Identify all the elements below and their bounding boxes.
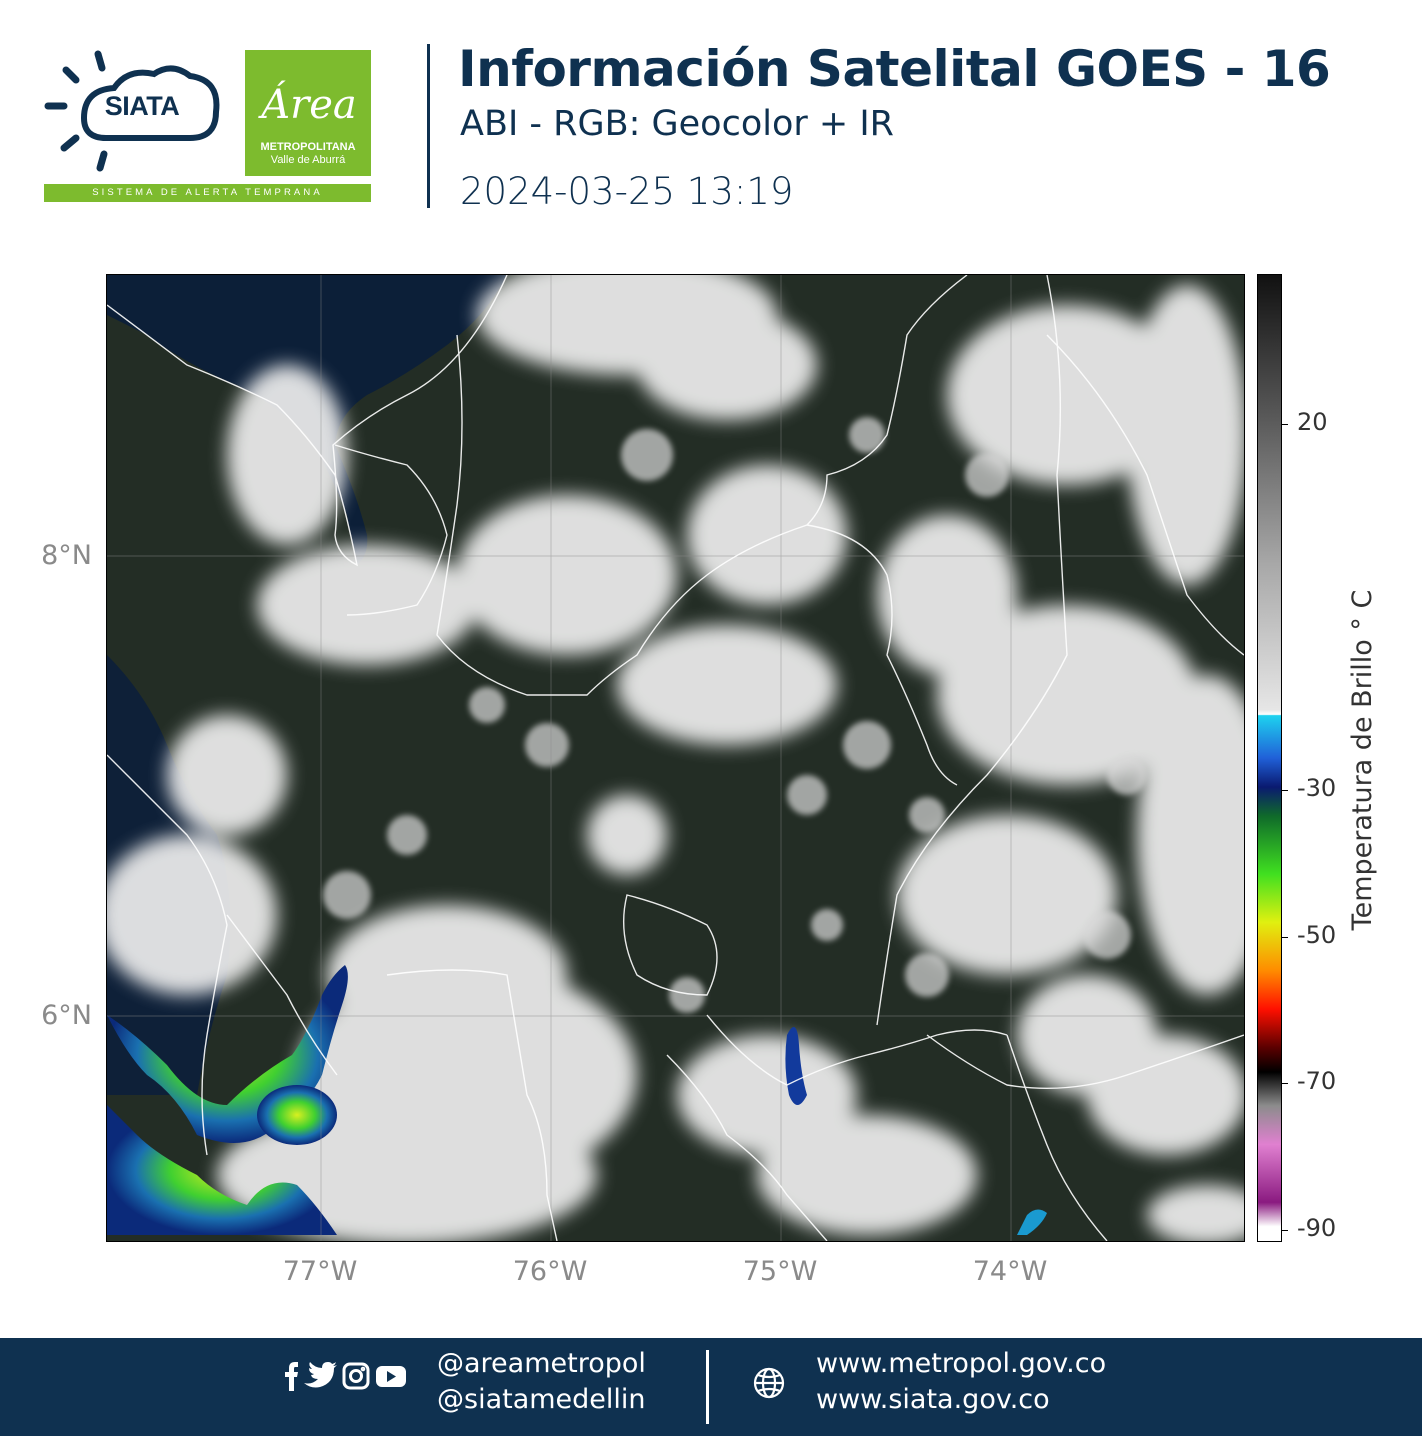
colorbar-tick-label: -50 <box>1297 921 1337 949</box>
twitter-icon[interactable] <box>304 1362 337 1388</box>
colorbar-tick-label: -70 <box>1297 1067 1337 1095</box>
colorbar <box>1257 274 1282 1242</box>
satellite-image <box>107 275 1244 1241</box>
colorbar-tick-label: -90 <box>1297 1214 1337 1242</box>
social-icons <box>285 1362 406 1391</box>
colorbar-tick-label: 20 <box>1297 408 1328 436</box>
colorbar-tick <box>1282 790 1288 791</box>
lat-label-8n: 8°N <box>41 540 92 571</box>
lon-label-75w: 75°W <box>742 1256 818 1287</box>
page-title: Información Satelital GOES - 16 <box>458 40 1331 98</box>
lon-label-77w: 77°W <box>282 1256 358 1287</box>
youtube-icon[interactable] <box>376 1366 406 1387</box>
link-metropol[interactable]: www.metropol.gov.co <box>816 1348 1106 1379</box>
facebook-icon[interactable] <box>285 1362 298 1391</box>
lon-label-74w: 74°W <box>972 1256 1048 1287</box>
area-logo-script: Área <box>261 82 357 128</box>
header-divider <box>427 44 430 208</box>
footer-divider <box>706 1350 709 1424</box>
link-siata[interactable]: www.siata.gov.co <box>816 1384 1050 1415</box>
colorbar-tick <box>1282 1083 1288 1084</box>
page-subtitle: ABI - RGB: Geocolor + IR <box>460 104 894 144</box>
colorbar-tick-label: -30 <box>1297 774 1337 802</box>
satellite-map <box>106 274 1245 1242</box>
colorbar-tick <box>1282 937 1288 938</box>
siata-banner: SISTEMA DE ALERTA TEMPRANA <box>44 184 371 202</box>
siata-logo-text: SIATA <box>104 91 180 121</box>
handle-areametropol[interactable]: @areametropol <box>437 1348 646 1379</box>
colorbar-tick <box>1282 424 1288 425</box>
area-logo-line2: Valle de Aburrá <box>270 154 346 166</box>
handle-siatamedellin[interactable]: @siatamedellin <box>437 1384 646 1415</box>
header: SIATA Área METROPOLITANA Valle de Aburrá… <box>0 0 1422 230</box>
colorbar-label: Temperatura de Brillo ° C <box>1347 589 1378 931</box>
globe-icon <box>753 1367 785 1399</box>
colorbar-tick <box>1282 1230 1288 1231</box>
instagram-icon[interactable] <box>342 1362 370 1390</box>
footer <box>0 1338 1422 1436</box>
area-logo-line1: METROPOLITANA <box>260 141 356 153</box>
lat-label-6n: 6°N <box>41 1000 92 1031</box>
image-timestamp: 2024-03-25 13:19 <box>460 170 794 213</box>
lon-label-76w: 76°W <box>512 1256 588 1287</box>
